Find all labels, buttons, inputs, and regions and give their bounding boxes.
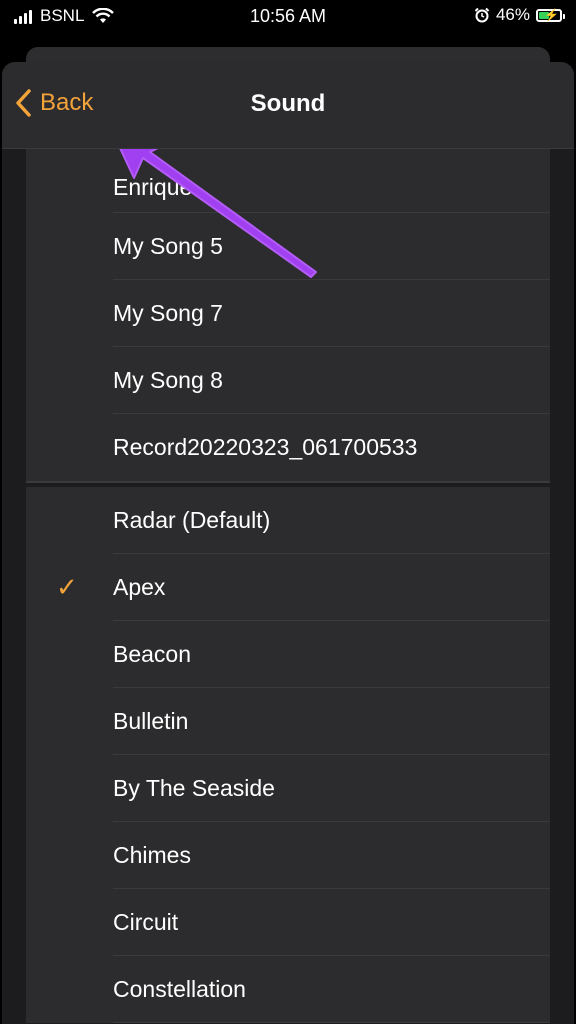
list-item[interactable]: My Song 7: [26, 280, 550, 347]
list-item[interactable]: Record20220323_061700533: [26, 414, 550, 481]
list-item-selected[interactable]: ✓ Apex: [26, 554, 550, 621]
alarm-icon: [474, 7, 490, 23]
status-bar: BSNL 10:56 AM 46% ⚡: [0, 0, 576, 34]
list-item[interactable]: My Song 8: [26, 347, 550, 414]
list-item[interactable]: Circuit: [26, 889, 550, 956]
ringtone-name: Radar (Default): [113, 507, 271, 533]
list-item[interactable]: Chimes: [26, 822, 550, 889]
list-item[interactable]: Radar (Default): [26, 487, 550, 554]
ringtone-name: By The Seaside: [113, 775, 275, 801]
ringtone-name: Chimes: [113, 842, 191, 868]
battery-icon: ⚡: [536, 8, 565, 22]
sound-sheet: Back Sound Enrique My Song 5 My Song 7 M…: [2, 62, 574, 1024]
page-title: Sound: [250, 90, 326, 117]
list-item[interactable]: By The Seaside: [26, 755, 550, 822]
ringtone-name: Beacon: [113, 641, 192, 667]
list-item[interactable]: Bulletin: [26, 688, 550, 755]
sound-name: My Song 5: [113, 233, 223, 259]
list-item[interactable]: My Song 5: [26, 213, 550, 280]
nav-bar: Back Sound: [2, 62, 574, 149]
ringtone-name: Constellation: [113, 976, 246, 1002]
sound-name: My Song 7: [113, 300, 223, 326]
ringtone-name: Bulletin: [113, 708, 189, 734]
sound-name: Enrique: [113, 174, 193, 200]
sound-list: Enrique My Song 5 My Song 7 My Song 8 Re…: [26, 148, 550, 1023]
list-item[interactable]: Constellation: [26, 956, 550, 1023]
list-item[interactable]: Beacon: [26, 621, 550, 688]
status-right: 46% ⚡: [474, 5, 565, 25]
ringtone-name: Apex: [113, 574, 166, 600]
sound-name: My Song 8: [113, 367, 223, 393]
ringtone-name: Circuit: [113, 909, 179, 935]
sound-name: Record20220323_061700533: [113, 434, 418, 460]
list-item[interactable]: Enrique: [26, 148, 550, 213]
checkmark-icon: ✓: [56, 572, 78, 602]
battery-percent: 46%: [495, 5, 530, 24]
